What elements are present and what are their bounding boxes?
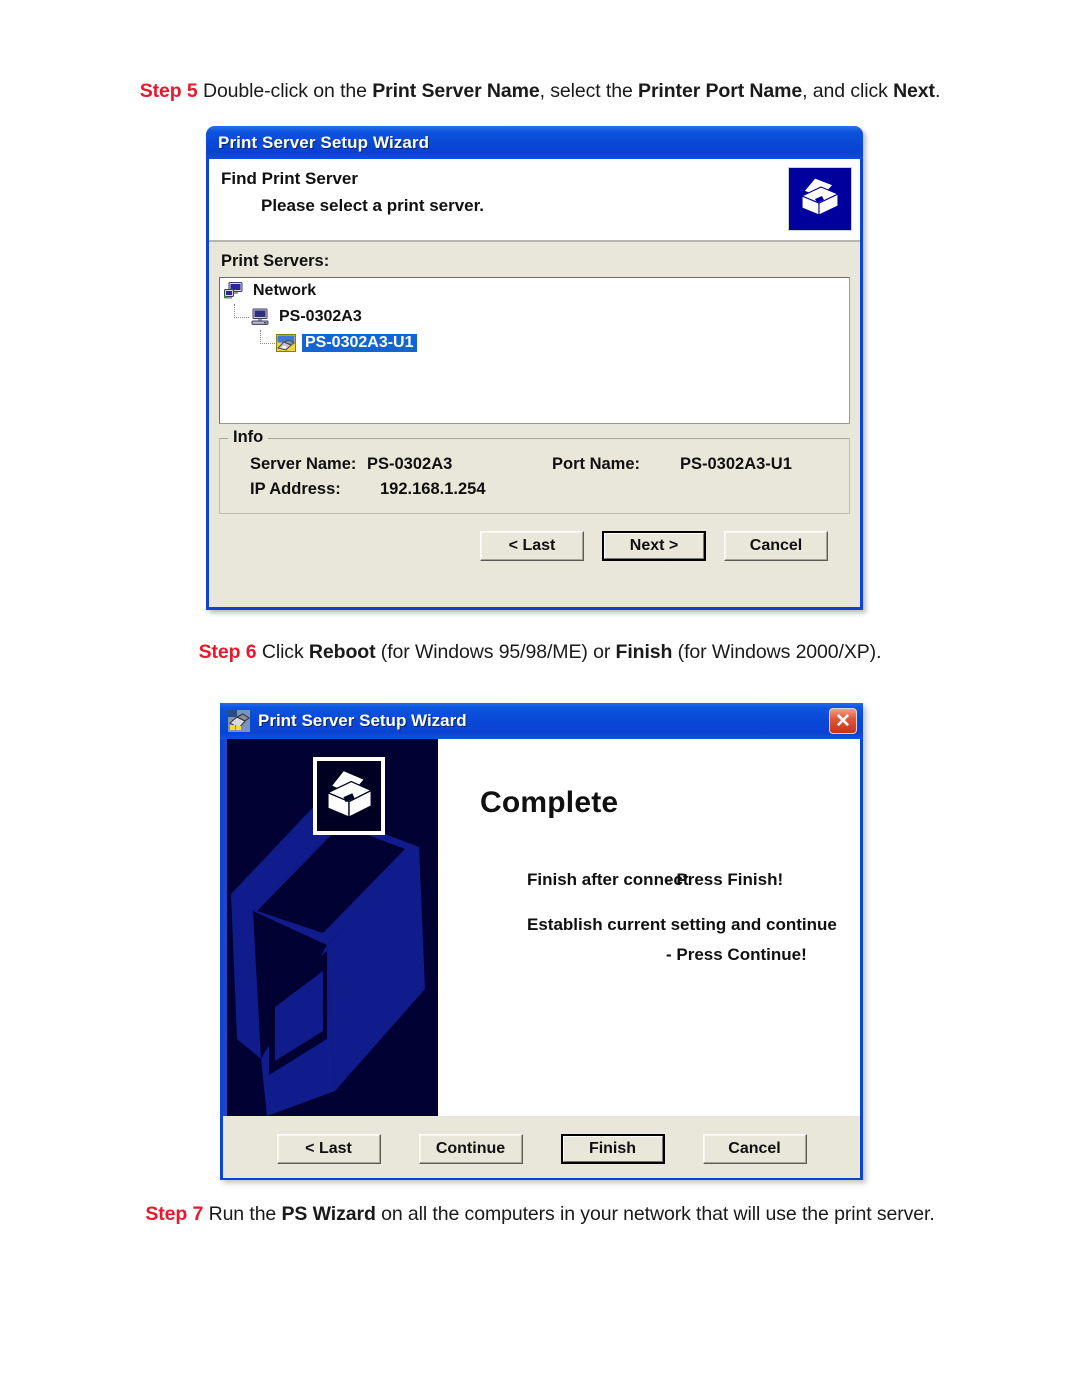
finish-button[interactable]: Finish <box>560 1134 665 1164</box>
cancel-button[interactable]: Cancel <box>702 1134 807 1164</box>
find-print-server-dialog: Print Server Setup Wizard Find Print Ser… <box>206 126 863 610</box>
complete-dialog-title: Print Server Setup Wizard <box>258 711 467 730</box>
step5-text-run: Double-click on the <box>197 80 373 102</box>
find-dialog-subheading: Please select a print server. <box>261 196 485 215</box>
cancel-button[interactable]: Cancel <box>724 531 828 561</box>
ip-address-value: 192.168.1.254 <box>380 480 486 498</box>
step5-text-run: , and click <box>802 80 894 102</box>
step5-text-run: Printer Port Name <box>638 80 803 102</box>
step6-text-run: Finish <box>615 641 673 663</box>
server-name-value: PS-0302A3 <box>367 455 453 473</box>
complete-dialog-body: Complete Finish after connect - Press Fi… <box>223 739 860 1116</box>
tree-item-network[interactable]: Network <box>220 278 849 304</box>
tree-item-label: PS-0302A3-U1 <box>302 334 417 352</box>
last-button[interactable]: < Last <box>480 531 584 561</box>
find-dialog-body: Print Servers: Network PS-0302A3 PS-0302… <box>209 252 860 561</box>
continue-button[interactable]: Continue <box>418 1134 523 1164</box>
network-icon <box>224 282 244 300</box>
finish-button-label: Finish <box>562 1136 663 1162</box>
step5-label: Step 5 <box>139 80 198 102</box>
step6-text-run: (for Windows 95/98/ME) or <box>375 641 616 663</box>
print-servers-treeview[interactable]: Network PS-0302A3 PS-0302A3-U1 <box>219 277 850 424</box>
find-dialog-title: Print Server Setup Wizard <box>218 132 430 152</box>
finish-after-connect-text: Finish after connect <box>527 870 689 889</box>
next-button[interactable]: Next > <box>602 531 706 561</box>
step5-text-run: , select the <box>539 80 639 102</box>
step6-text-run: Click <box>256 641 309 663</box>
step7-text-run: PS Wizard <box>281 1203 376 1225</box>
step6-text-run: Reboot <box>308 641 376 663</box>
wizard-side-banner <box>223 739 438 1116</box>
printer-icon <box>788 167 852 231</box>
find-dialog-titlebar: Print Server Setup Wizard <box>206 126 863 159</box>
step7-label: Step 7 <box>145 1203 204 1225</box>
tree-item-ps-0302a3[interactable]: PS-0302A3 <box>220 304 849 330</box>
last-button[interactable]: < Last <box>276 1134 381 1164</box>
ip-address-label: IP Address: <box>250 480 341 498</box>
complete-dialog: Print Server Setup Wizard ✕ Complete Fin… <box>220 703 863 1180</box>
info-legend: Info <box>228 428 269 447</box>
find-dialog-heading: Find Print Server <box>221 169 358 188</box>
step7-text-run: on all the computers in your network tha… <box>375 1203 935 1225</box>
next-button-label: Next > <box>604 533 704 559</box>
port-name-label: Port Name: <box>552 455 641 473</box>
server-name-label: Server Name: <box>250 455 357 473</box>
press-continue-text: - Press Continue! <box>666 945 807 964</box>
complete-heading: Complete <box>480 786 619 819</box>
step-6-caption: Step 6 Click Reboot (for Windows 95/98/M… <box>0 641 1080 664</box>
step7-text-run: Run the <box>203 1203 282 1225</box>
info-groupbox: Info Server Name: PS-0302A3 Port Name: P… <box>219 428 850 514</box>
step5-text-run: . <box>934 80 941 102</box>
complete-dialog-main: Complete Finish after connect - Press Fi… <box>438 739 860 1116</box>
step5-text-run: Next <box>893 80 935 102</box>
step5-text-run: Print Server Name <box>372 80 540 102</box>
step-5-caption: Step 5 Double-click on the Print Server … <box>0 80 1080 103</box>
step-7-caption: Step 7 Run the PS Wizard on all the comp… <box>0 1203 1080 1226</box>
tree-item-ps-0302a3-u1[interactable]: PS-0302A3-U1 <box>220 330 849 356</box>
complete-dialog-titlebar: Print Server Setup Wizard ✕ <box>220 703 863 739</box>
step6-label: Step 6 <box>198 641 257 663</box>
print-servers-label: Print Servers: <box>221 252 330 270</box>
port-name-value: PS-0302A3-U1 <box>680 455 792 473</box>
close-icon[interactable]: ✕ <box>829 708 857 734</box>
print-server-wizard-icon <box>228 710 250 732</box>
step6-text-run: (for Windows 2000/XP). <box>672 641 882 663</box>
print-server-icon <box>250 308 270 326</box>
find-dialog-buttons: < Last Next > Cancel <box>219 514 850 561</box>
tree-item-label: Network <box>253 282 317 299</box>
find-dialog-header: Find Print Server Please select a print … <box>209 159 860 242</box>
establish-setting-text: Establish current setting and continue <box>527 915 837 934</box>
printer-icon <box>313 757 385 835</box>
printer-port-icon <box>276 334 296 352</box>
complete-dialog-buttons: < Last Continue Finish Cancel <box>223 1116 860 1178</box>
press-finish-text: - Press Finish! <box>666 870 784 889</box>
tree-item-label: PS-0302A3 <box>279 308 362 325</box>
